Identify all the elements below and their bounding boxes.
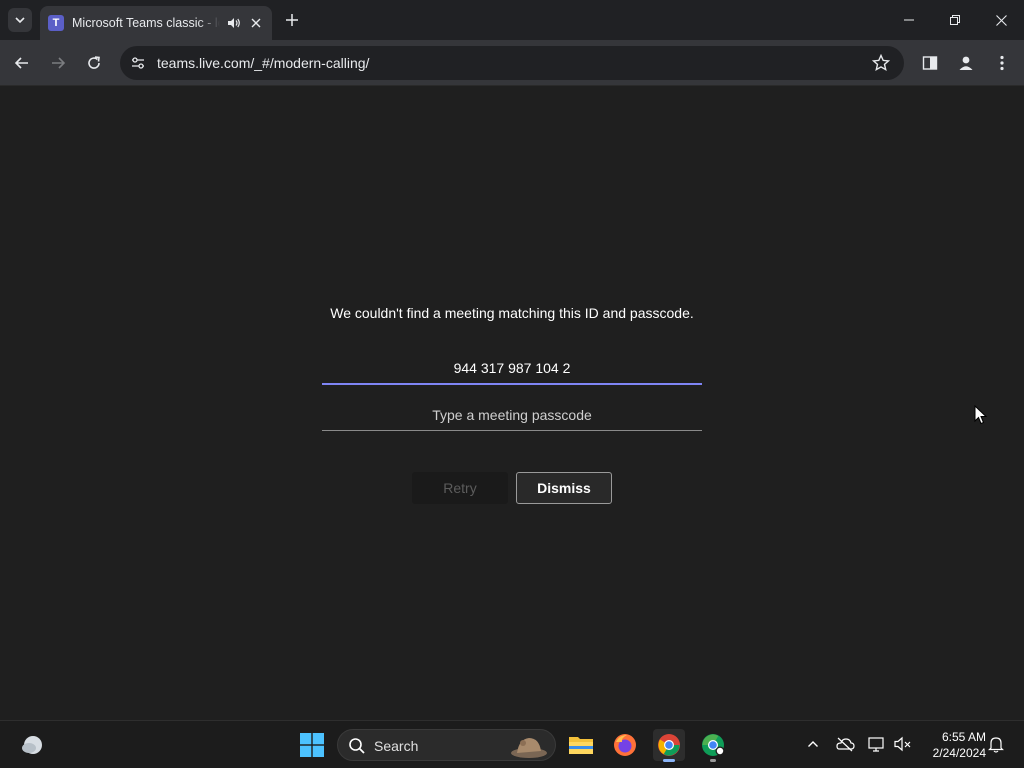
reload-button[interactable] [82, 51, 106, 75]
folder-icon [569, 737, 593, 754]
running-indicator [663, 759, 675, 762]
taskbar-firefox[interactable] [609, 729, 641, 761]
forward-button[interactable] [46, 51, 70, 75]
minimize-icon [904, 19, 914, 21]
minimize-button[interactable] [886, 0, 932, 40]
profile-icon [959, 56, 973, 70]
arrow-right-icon [52, 57, 66, 69]
close-icon [995, 14, 1007, 26]
network-icon [868, 737, 884, 752]
weather-widget-icon[interactable] [20, 733, 46, 757]
new-tab-button[interactable] [282, 10, 302, 30]
tray-overflow-button[interactable] [803, 734, 823, 754]
teams-favicon-icon: T [48, 15, 64, 31]
tune-icon [132, 57, 144, 69]
taskbar-file-explorer[interactable] [565, 729, 597, 761]
start-button-windows-icon[interactable] [300, 733, 324, 757]
tab-title: Microsoft Teams classic - lo [72, 16, 220, 30]
dismiss-button[interactable]: Dismiss [516, 472, 612, 504]
chrome-profile-icon [702, 734, 725, 756]
browser-tab-teams[interactable]: T Microsoft Teams classic - lo [40, 6, 272, 40]
search-highlight-art-icon [511, 738, 547, 758]
plus-icon [286, 14, 298, 26]
meeting-id-input[interactable] [322, 353, 702, 385]
back-button[interactable] [10, 51, 34, 75]
side-panel-icon [922, 56, 938, 70]
chevron-up-icon [808, 741, 818, 747]
error-message: We couldn't find a meeting matching this… [330, 305, 694, 321]
search-label: Search [374, 738, 419, 754]
tray-onedrive[interactable] [835, 734, 855, 754]
meeting-passcode-input[interactable] [322, 399, 702, 431]
running-indicator [710, 759, 716, 762]
more-vertical-icon [1000, 55, 1004, 71]
tray-volume[interactable] [893, 734, 913, 754]
reload-icon [88, 56, 100, 69]
browser-menu-button[interactable] [990, 51, 1014, 75]
profile-button[interactable] [954, 51, 978, 75]
search-icon [349, 738, 365, 754]
teams-page: We couldn't find a meeting matching this… [0, 87, 1024, 720]
clock-time: 6:55 AM [941, 730, 986, 744]
cloud-off-icon [836, 737, 855, 752]
browser-toolbar: teams.live.com/_#/modern-calling/ [0, 40, 1024, 86]
clock-date: 2/24/2024 [932, 746, 986, 760]
retry-button[interactable]: Retry [412, 472, 508, 504]
speaker-icon[interactable] [226, 15, 242, 31]
notifications-button[interactable] [986, 734, 1006, 754]
arrow-left-icon [14, 57, 28, 69]
side-panel-button[interactable] [918, 51, 942, 75]
url-text[interactable]: teams.live.com/_#/modern-calling/ [157, 55, 369, 71]
taskbar-chrome-alt[interactable] [697, 729, 729, 762]
windows-taskbar: Search 6:55 AM 2/24/2024 [0, 720, 1024, 768]
taskbar-chrome[interactable] [653, 729, 685, 762]
taskbar-search-box[interactable]: Search [337, 729, 556, 761]
star-icon[interactable] [872, 54, 890, 72]
chevron-down-icon [15, 17, 25, 24]
mouse-cursor-icon [974, 405, 988, 425]
address-bar[interactable]: teams.live.com/_#/modern-calling/ [120, 46, 904, 80]
restore-button[interactable] [932, 0, 978, 40]
chrome-icon [658, 734, 680, 756]
site-info-button[interactable] [128, 53, 148, 73]
close-icon [251, 18, 261, 28]
restore-icon [950, 15, 960, 25]
volume-muted-icon [894, 736, 911, 752]
browser-titlebar: T Microsoft Teams classic - lo [0, 0, 1024, 40]
bell-icon [988, 737, 1004, 753]
firefox-icon [614, 734, 636, 756]
tray-network[interactable] [867, 734, 887, 754]
taskbar-clock[interactable]: 6:55 AM 2/24/2024 [922, 729, 986, 761]
close-window-button[interactable] [978, 0, 1024, 40]
tab-close-button[interactable] [248, 15, 264, 31]
tab-search-button[interactable] [8, 8, 32, 32]
